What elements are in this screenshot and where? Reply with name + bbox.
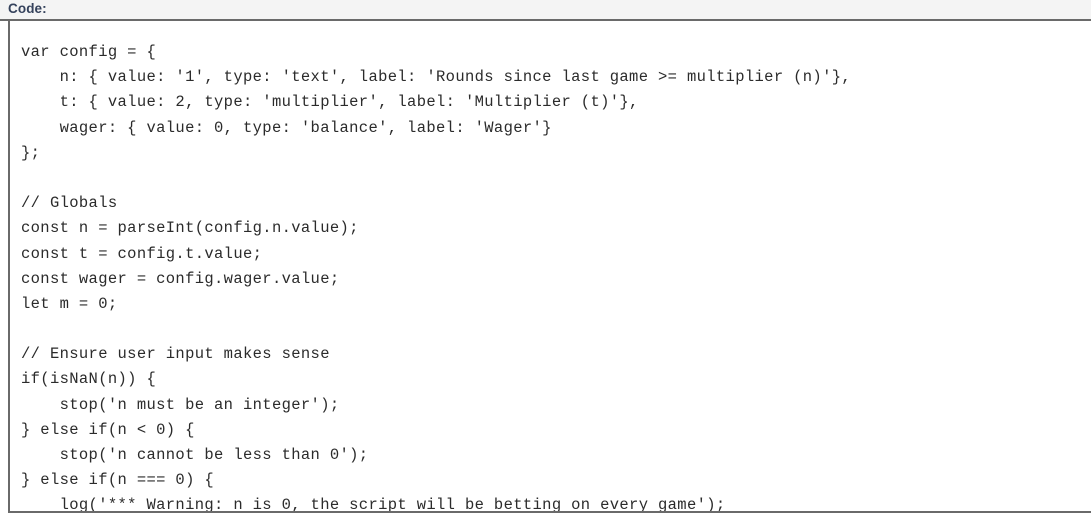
code-line: } else if(n < 0) { (21, 420, 195, 439)
code-label: Code: (8, 1, 47, 16)
code-line: wager: { value: 0, type: 'balance', labe… (21, 118, 552, 137)
code-line: // Ensure user input makes sense (21, 345, 330, 364)
code-line: stop('n cannot be less than 0'); (21, 446, 369, 464)
code-line: const t = config.t.value; (21, 244, 263, 263)
code-line: }; (21, 143, 41, 162)
code-line: stop('n must be an integer'); (21, 395, 340, 414)
code-line: t: { value: 2, type: 'multiplier', label… (21, 93, 639, 112)
code-line: log('*** Warning: n is 0, the script wil… (21, 496, 726, 513)
code-header-band: Code: (0, 0, 1091, 19)
code-line: // Globals (21, 194, 118, 213)
code-line: const n = parseInt(config.n.value); (21, 219, 359, 238)
code-line: var config = { (21, 43, 157, 61)
code-box[interactable]: var config = { n: { value: '1', type: 't… (8, 19, 1091, 513)
code-line: n: { value: '1', type: 'text', label: 'R… (21, 68, 852, 87)
code-line: let m = 0; (21, 294, 118, 313)
code-content[interactable]: var config = { n: { value: '1', type: 't… (21, 40, 1091, 513)
code-line: if(isNaN(n)) { (21, 370, 157, 389)
code-line: } else if(n === 0) { (21, 471, 215, 490)
code-line: const wager = config.wager.value; (21, 269, 340, 288)
code-snippet-page: Code: var config = { n: { value: '1', ty… (0, 0, 1091, 525)
